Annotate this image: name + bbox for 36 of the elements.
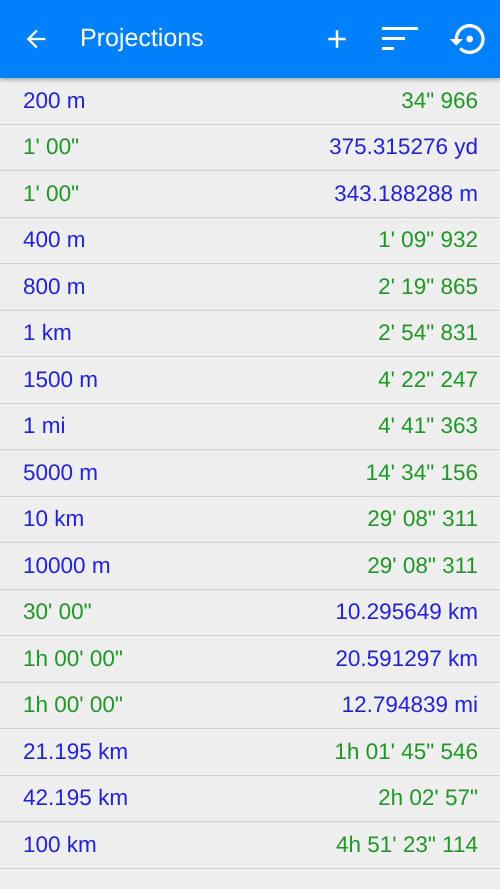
distance-text: 10000 m: [23, 552, 111, 580]
time-text: 34" 966: [401, 86, 478, 115]
screen-title: Projections: [80, 23, 204, 54]
distance-text: 1 km: [23, 319, 72, 348]
distance-text: 1 mi: [23, 412, 66, 440]
time-text: 2h 02' 57": [378, 784, 478, 812]
distance-text: 200 m: [23, 86, 86, 115]
time-text: 4' 22" 247: [378, 366, 478, 394]
distance-text: 10.295649 km: [335, 598, 478, 626]
distance-text: 5000 m: [23, 458, 98, 487]
distance-text: 20.591297 km: [335, 644, 478, 673]
distance-text: 343.188288 m: [334, 180, 478, 208]
distance-text: 1500 m: [23, 366, 98, 394]
distance-text: 10 km: [23, 505, 84, 534]
time-text: 2' 54" 831: [378, 319, 478, 348]
distance-text: 100 km: [23, 830, 97, 859]
time-text: 1h 01' 45" 546: [334, 738, 478, 766]
distance-text: 400 m: [23, 226, 86, 254]
time-text: 1h 00' 00": [23, 691, 123, 720]
time-text: 4' 41" 363: [378, 412, 478, 440]
time-text: 29' 08" 311: [367, 505, 478, 534]
distance-text: 375.315276 yd: [329, 133, 478, 162]
time-text: 1' 09" 932: [378, 226, 478, 254]
time-text: 2' 19" 865: [378, 272, 478, 301]
time-text: 4h 51' 23" 114: [336, 830, 478, 859]
distance-text: 12.794839 mi: [342, 691, 478, 720]
distance-text: 21.195 km: [23, 738, 128, 766]
sort-icon[interactable]: [382, 26, 418, 52]
time-text: 30' 00": [23, 598, 92, 626]
distance-text: 800 m: [23, 272, 86, 301]
time-text: 29' 08" 311: [367, 552, 478, 580]
distance-text: 42.195 km: [23, 784, 128, 812]
time-text: 1' 00": [23, 180, 80, 208]
time-text: 1h 00' 00": [23, 644, 123, 673]
time-text: 1' 00": [23, 133, 80, 162]
time-text: 14' 34" 156: [366, 458, 478, 487]
